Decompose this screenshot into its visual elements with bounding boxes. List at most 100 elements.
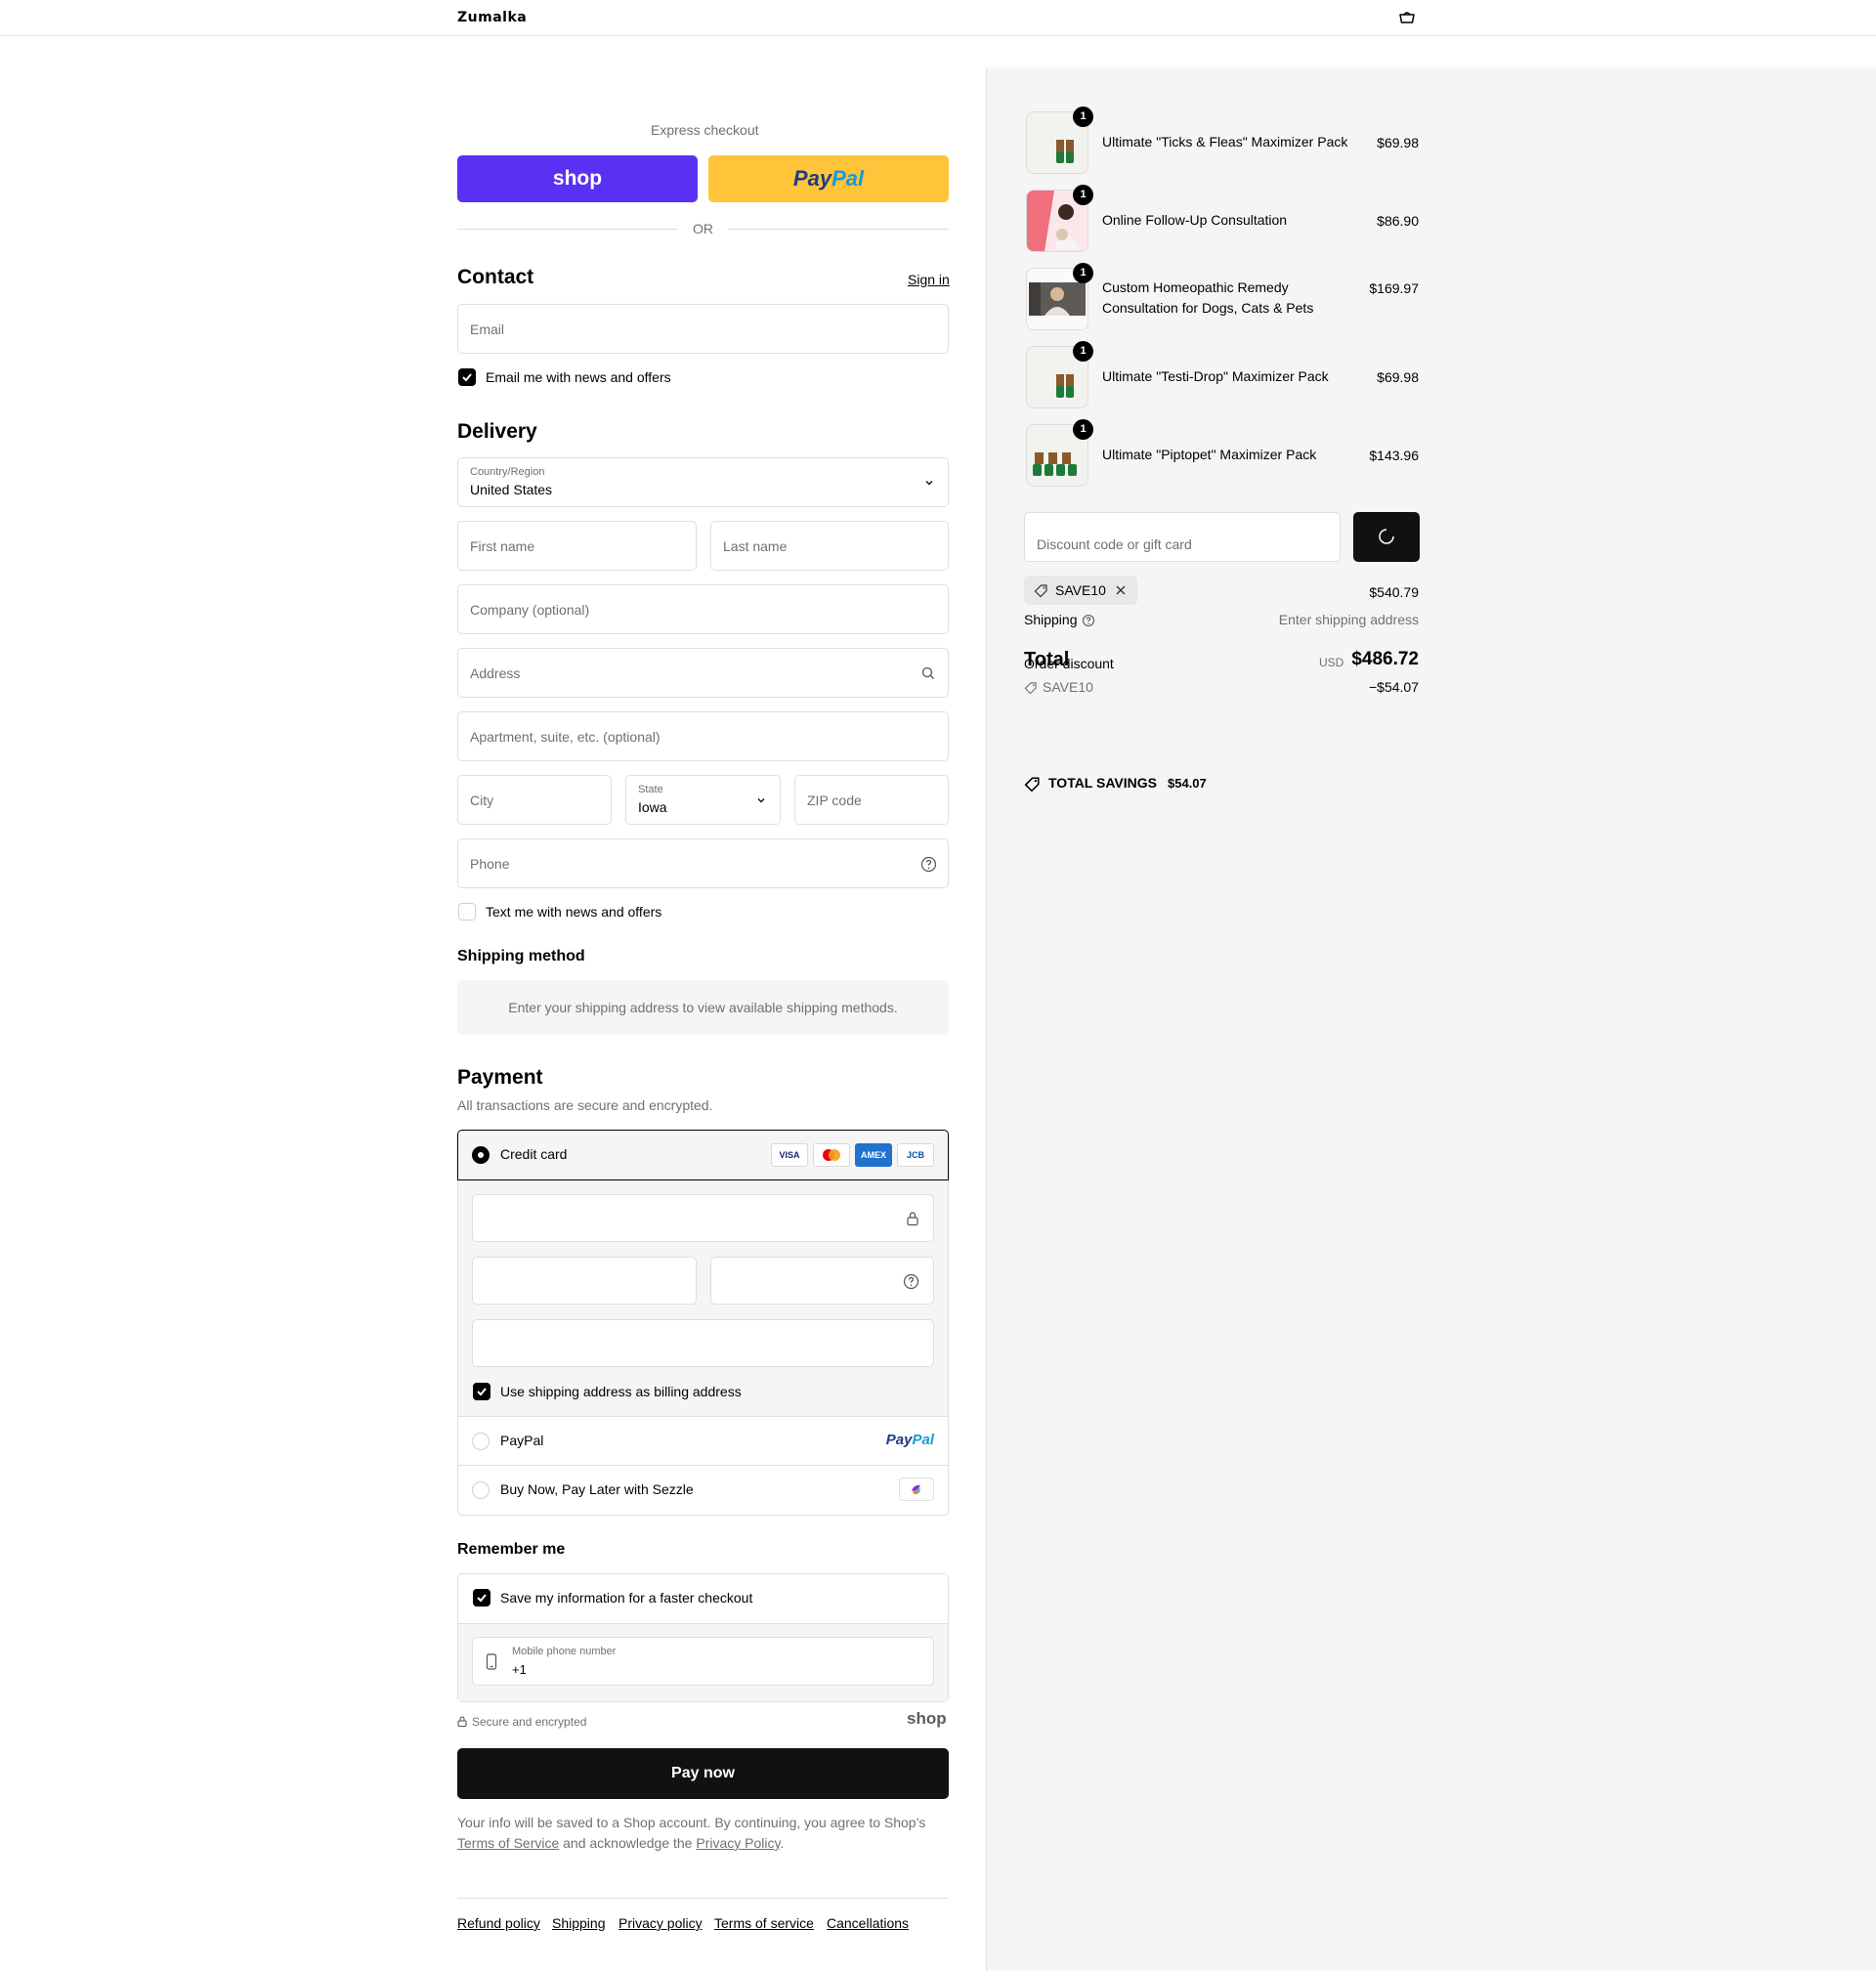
company-field[interactable]: Company (optional) xyxy=(457,584,949,634)
legal-text-part: Your info will be saved to a Shop accoun… xyxy=(457,1815,926,1830)
privacy-policy-footer-link[interactable]: Privacy policy xyxy=(618,1915,703,1931)
item-price: $69.98 xyxy=(1377,135,1419,150)
paypal-option[interactable]: PayPal PayPal xyxy=(458,1417,948,1466)
legal-text-end: . xyxy=(780,1835,785,1851)
loading-spinner-icon xyxy=(1379,529,1394,544)
email-placeholder: Email xyxy=(470,321,505,337)
footer-divider xyxy=(457,1898,949,1899)
refund-policy-link[interactable]: Refund policy xyxy=(457,1915,540,1931)
address-field[interactable]: Address xyxy=(457,648,949,698)
discount-code-placeholder: Discount code or gift card xyxy=(1037,536,1192,552)
sezzle-radio[interactable] xyxy=(472,1481,490,1499)
phone-field[interactable]: Phone xyxy=(457,838,949,888)
shipping-policy-link[interactable]: Shipping xyxy=(552,1915,606,1931)
name-on-card-field[interactable] xyxy=(472,1319,934,1367)
state-label: State xyxy=(638,784,663,795)
sezzle-icon xyxy=(899,1478,934,1501)
card-number-field[interactable] xyxy=(472,1194,934,1242)
first-name-field[interactable]: First name xyxy=(457,521,697,571)
mastercard-icon xyxy=(813,1143,850,1167)
payment-heading: Payment xyxy=(457,1066,543,1089)
tag-icon xyxy=(1024,682,1037,695)
close-icon[interactable] xyxy=(1115,584,1127,596)
visa-icon: VISA xyxy=(771,1143,808,1167)
cancellations-link[interactable]: Cancellations xyxy=(827,1915,909,1931)
item-price: $86.90 xyxy=(1377,213,1419,229)
apply-discount-button[interactable] xyxy=(1353,512,1420,562)
divider-right xyxy=(728,229,949,230)
applied-discount-code: SAVE10 xyxy=(1043,679,1093,695)
text-news-checkbox[interactable] xyxy=(458,903,476,921)
discount-code-field[interactable]: Discount code or gift card xyxy=(1024,512,1341,562)
paypal-radio[interactable] xyxy=(472,1433,490,1450)
contact-heading: Contact xyxy=(457,266,534,288)
last-name-field[interactable]: Last name xyxy=(710,521,949,571)
quantity-badge: 1 xyxy=(1073,185,1093,205)
billing-checkbox[interactable] xyxy=(473,1383,490,1400)
email-field[interactable]: Email xyxy=(457,304,949,354)
expiration-field[interactable] xyxy=(472,1257,697,1305)
help-icon[interactable] xyxy=(920,856,937,873)
amex-icon: AMEX xyxy=(855,1143,892,1167)
sezzle-label: Buy Now, Pay Later with Sezzle xyxy=(500,1481,694,1497)
jcb-icon: JCB xyxy=(897,1143,934,1167)
paypal-label: PayPal xyxy=(500,1433,544,1448)
terms-of-service-link[interactable]: Terms of Service xyxy=(457,1835,559,1851)
subtotal-value: $540.79 xyxy=(1369,584,1419,600)
shipping-method-heading: Shipping method xyxy=(457,948,585,964)
tag-icon xyxy=(1024,777,1040,793)
email-news-checkbox[interactable] xyxy=(458,368,476,386)
paypal-logo-pal: Pal xyxy=(912,1432,934,1448)
sign-in-link[interactable]: Sign in xyxy=(908,272,950,287)
privacy-policy-link[interactable]: Privacy Policy xyxy=(696,1835,780,1851)
lock-icon xyxy=(457,1716,467,1727)
shop-pay-button[interactable]: shop xyxy=(457,155,698,202)
shop-pay-label: shop xyxy=(552,167,603,190)
order-discount-label: Order discount xyxy=(1024,656,1114,671)
item-price: $143.96 xyxy=(1369,448,1419,463)
express-checkout-title: Express checkout xyxy=(651,122,759,138)
terms-of-service-footer-link[interactable]: Terms of service xyxy=(714,1915,814,1931)
currency-code: USD xyxy=(1319,656,1344,669)
first-name-placeholder: First name xyxy=(470,538,535,554)
city-field[interactable]: City xyxy=(457,775,612,825)
brand-logo[interactable]: Zumalka xyxy=(457,10,527,25)
credit-card-radio[interactable] xyxy=(472,1146,490,1164)
discount-tag-chip: SAVE10 xyxy=(1024,576,1137,605)
paypal-express-button[interactable]: PayPal xyxy=(708,155,949,202)
paypal-logo: PayPal xyxy=(886,1432,934,1448)
zip-field[interactable]: ZIP code xyxy=(794,775,949,825)
phone-placeholder: Phone xyxy=(470,856,510,872)
sezzle-option[interactable]: Buy Now, Pay Later with Sezzle xyxy=(458,1466,948,1515)
credit-card-label: Credit card xyxy=(500,1146,568,1162)
pay-now-button[interactable]: Pay now xyxy=(457,1748,949,1799)
shop-logo: shop xyxy=(907,1709,947,1728)
shipping-label: Shipping xyxy=(1024,612,1078,627)
secure-encrypted-label: Secure and encrypted xyxy=(472,1715,587,1729)
state-select[interactable]: State Iowa xyxy=(625,775,781,825)
legal-text: Your info will be saved to a Shop accoun… xyxy=(457,1813,949,1854)
paypal-logo-pal: Pal xyxy=(831,166,865,191)
quantity-badge: 1 xyxy=(1073,341,1093,362)
shipping-method-message: Enter your shipping address to view avai… xyxy=(457,980,949,1035)
quantity-badge: 1 xyxy=(1073,419,1093,440)
security-code-field[interactable] xyxy=(710,1257,934,1305)
apartment-field[interactable]: Apartment, suite, etc. (optional) xyxy=(457,711,949,761)
shipping-value: Enter shipping address xyxy=(1278,612,1419,627)
zip-placeholder: ZIP code xyxy=(807,793,862,808)
city-placeholder: City xyxy=(470,793,494,808)
total-value: $486.72 xyxy=(1351,649,1419,669)
help-icon[interactable] xyxy=(903,1273,919,1290)
quantity-badge: 1 xyxy=(1073,263,1093,283)
country-select[interactable]: Country/Region United States xyxy=(457,457,949,507)
mobile-phone-label: Mobile phone number xyxy=(512,1646,617,1657)
save-info-checkbox[interactable] xyxy=(473,1589,490,1607)
save-info-label: Save my information for a faster checkou… xyxy=(500,1590,753,1606)
mobile-phone-field[interactable]: Mobile phone number +1 xyxy=(472,1637,934,1686)
country-value: United States xyxy=(470,482,553,497)
chevron-down-icon xyxy=(925,481,933,486)
billing-label: Use shipping address as billing address xyxy=(500,1384,742,1399)
cart-icon[interactable] xyxy=(1397,10,1417,27)
top-bar: Zumalka xyxy=(0,0,1876,36)
help-icon[interactable] xyxy=(1082,614,1095,627)
